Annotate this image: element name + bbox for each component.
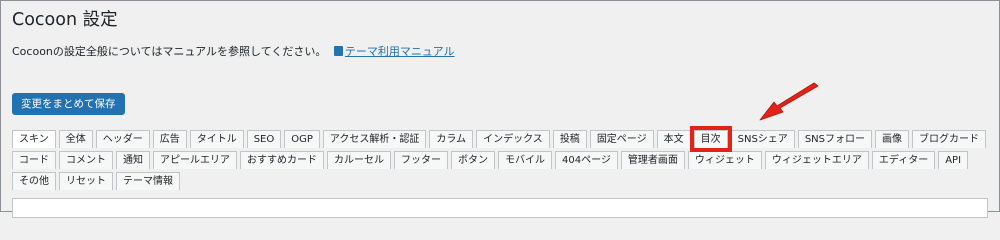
tab-33[interactable]: その他 [12, 172, 56, 190]
tab-28[interactable]: 管理者画面 [620, 151, 685, 169]
tab-2[interactable]: ヘッダー [95, 130, 150, 148]
manual-description: Cocoonの設定全般についてはマニュアルを参照してください。 テーマ利用マニュ… [12, 44, 455, 60]
manual-link-label: テーマ利用マニュアル [344, 45, 455, 58]
tab-32[interactable]: API [938, 151, 969, 169]
settings-content-panel [12, 198, 988, 218]
manual-link[interactable]: テーマ利用マニュアル [333, 45, 455, 58]
tab-18[interactable]: コード [12, 151, 56, 169]
tab-3[interactable]: 広告 [152, 130, 187, 148]
tab-5[interactable]: SEO [246, 130, 282, 148]
book-icon [333, 46, 343, 56]
tab-0[interactable]: スキン [12, 130, 56, 148]
description-text: Cocoonの設定全般についてはマニュアルを参照してください。 [12, 45, 327, 58]
tab-21[interactable]: アピールエリア [153, 151, 237, 169]
tab-20[interactable]: 通知 [116, 151, 150, 169]
tab-22[interactable]: おすすめカード [240, 151, 324, 169]
tab-31[interactable]: エディター [871, 151, 936, 169]
tab-14[interactable]: SNSシェア [730, 130, 795, 148]
tab-23[interactable]: カルーセル [327, 151, 391, 169]
tab-11[interactable]: 固定ページ [589, 130, 654, 148]
tab-25[interactable]: ボタン [451, 151, 495, 169]
red-arrow-icon [759, 82, 819, 121]
tab-27[interactable]: 404ページ [555, 151, 618, 169]
settings-tab-bar: スキン 全体 ヘッダー 広告 タイトル SEO OGP アクセス解析・認証 カラム インデックス投… [12, 126, 988, 190]
tab-7[interactable]: アクセス解析・認証 [322, 130, 427, 148]
tab-30[interactable]: ウィジェットエリア [764, 151, 869, 169]
tab-1[interactable]: 全体 [58, 130, 93, 148]
tab-8[interactable]: カラム [429, 130, 474, 148]
tab-29[interactable]: ウィジェット [687, 151, 762, 169]
tab-13[interactable]: 目次 [689, 126, 732, 152]
tab-34[interactable]: リセット [59, 172, 113, 190]
tab-4[interactable]: タイトル [189, 130, 244, 148]
tab-12[interactable]: 本文 [656, 130, 691, 148]
tab-24[interactable]: フッター [394, 151, 448, 169]
tab-15[interactable]: SNSフォロー [797, 130, 872, 148]
tab-16[interactable]: 画像 [875, 130, 909, 148]
tab-19[interactable]: コメント [59, 151, 113, 169]
tab-35[interactable]: テーマ情報 [116, 172, 180, 190]
tab-26[interactable]: モバイル [498, 151, 552, 169]
tab-6[interactable]: OGP [284, 130, 320, 148]
save-all-button[interactable]: 変更をまとめて保存 [12, 93, 125, 115]
tab-9[interactable]: インデックス [476, 130, 550, 148]
tab-10[interactable]: 投稿 [552, 130, 587, 148]
tab-17[interactable]: ブログカード [912, 130, 986, 148]
page-title: Cocoon 設定 [12, 10, 118, 30]
